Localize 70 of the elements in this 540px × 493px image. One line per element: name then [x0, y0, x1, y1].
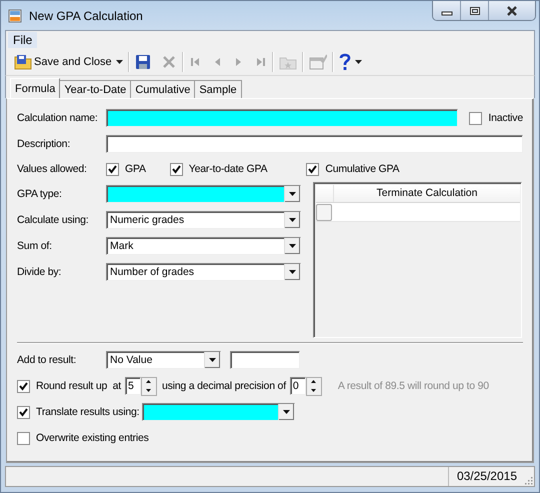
checkbox[interactable]: [170, 162, 183, 176]
checkbox[interactable]: [17, 432, 30, 444]
checkmark-icon: [172, 164, 181, 174]
field-label: using a decimal precision of: [162, 380, 286, 392]
up-arrow-icon: [311, 380, 316, 384]
dropdown-field[interactable]: Number of grades: [106, 263, 301, 281]
field-label: Calculate using:: [17, 214, 90, 226]
status-date: 03/25/2015: [448, 467, 523, 486]
input-field[interactable]: [230, 351, 300, 369]
up-arrow-icon: [146, 380, 152, 384]
field-label: Values allowed:: [17, 163, 88, 175]
row-checkbox[interactable]: [316, 204, 332, 220]
checkbox-label: Translate results using:: [36, 406, 140, 418]
help-icon[interactable]: [338, 53, 351, 71]
field-label: Description:: [17, 138, 72, 150]
checkbox-label: Round result up at: [36, 380, 121, 392]
dropdown-arrow-icon: [209, 358, 216, 362]
checkmark-icon: [108, 164, 117, 174]
input-field[interactable]: [106, 135, 523, 153]
checkbox-label: Year-to-date GPA: [188, 163, 268, 175]
dropdown-arrow-icon: [289, 270, 296, 274]
dropdown-arrow-icon: [289, 218, 296, 222]
dropdown-field[interactable]: [142, 403, 296, 421]
window-title: New GPA Calculation: [29, 8, 144, 22]
spin-buttons[interactable]: [306, 376, 322, 396]
input-field[interactable]: [106, 109, 458, 127]
tab[interactable]: Year-to-Date: [60, 80, 132, 99]
tab[interactable]: Formula: [10, 78, 60, 100]
checkmark-icon: [19, 382, 28, 390]
dropdown-field[interactable]: Mark: [106, 237, 301, 255]
column-header: Terminate Calculation: [376, 186, 478, 201]
spin-buttons[interactable]: [140, 376, 157, 396]
field-label: Calculation name:: [17, 112, 99, 124]
field-label: Add to result:: [17, 354, 78, 366]
maximize-button[interactable]: [460, 1, 488, 20]
checkbox-label: Inactive: [488, 112, 523, 124]
down-arrow-icon: [146, 388, 152, 392]
tab[interactable]: Sample: [195, 80, 242, 99]
checkbox-label: Cumulative GPA: [325, 163, 400, 175]
checkmark-icon: [19, 408, 28, 416]
save-and-close-button[interactable]: Save and Close: [9, 51, 128, 73]
checkbox[interactable]: [17, 380, 30, 392]
field-label: Sum of:: [17, 240, 53, 252]
app-icon: [8, 8, 22, 22]
save-icon[interactable]: [134, 54, 151, 70]
down-arrow-icon: [311, 388, 316, 392]
close-button[interactable]: [488, 1, 535, 20]
checkbox[interactable]: [306, 162, 320, 176]
hint-text: A result of 89.5 will round up to 90: [338, 380, 489, 392]
checkbox-label: Overwrite existing entries: [36, 432, 149, 444]
checkbox-label: GPA: [125, 163, 146, 175]
tab[interactable]: Cumulative: [131, 80, 196, 99]
dropdown-field[interactable]: [106, 185, 301, 203]
dropdown-field[interactable]: No Value: [106, 351, 221, 369]
checkbox[interactable]: [106, 162, 119, 176]
folder-save-icon: [14, 54, 32, 70]
dropdown-arrow-icon: [289, 244, 296, 248]
close-icon: [506, 6, 518, 16]
number-field[interactable]: 0: [290, 376, 306, 394]
dropdown-field[interactable]: Numeric grades: [106, 211, 301, 229]
field-label: GPA type:: [17, 188, 63, 200]
field-label: Divide by:: [17, 266, 62, 278]
checkmark-icon: [308, 164, 318, 174]
dropdown-arrow-icon: [283, 410, 290, 414]
checkbox[interactable]: [17, 406, 30, 418]
restore-icon: [468, 6, 480, 16]
number-field[interactable]: 5: [124, 376, 141, 394]
dropdown-arrow-icon: [289, 192, 296, 196]
menu-item[interactable]: File: [8, 32, 38, 48]
minimize-button[interactable]: [433, 1, 460, 20]
